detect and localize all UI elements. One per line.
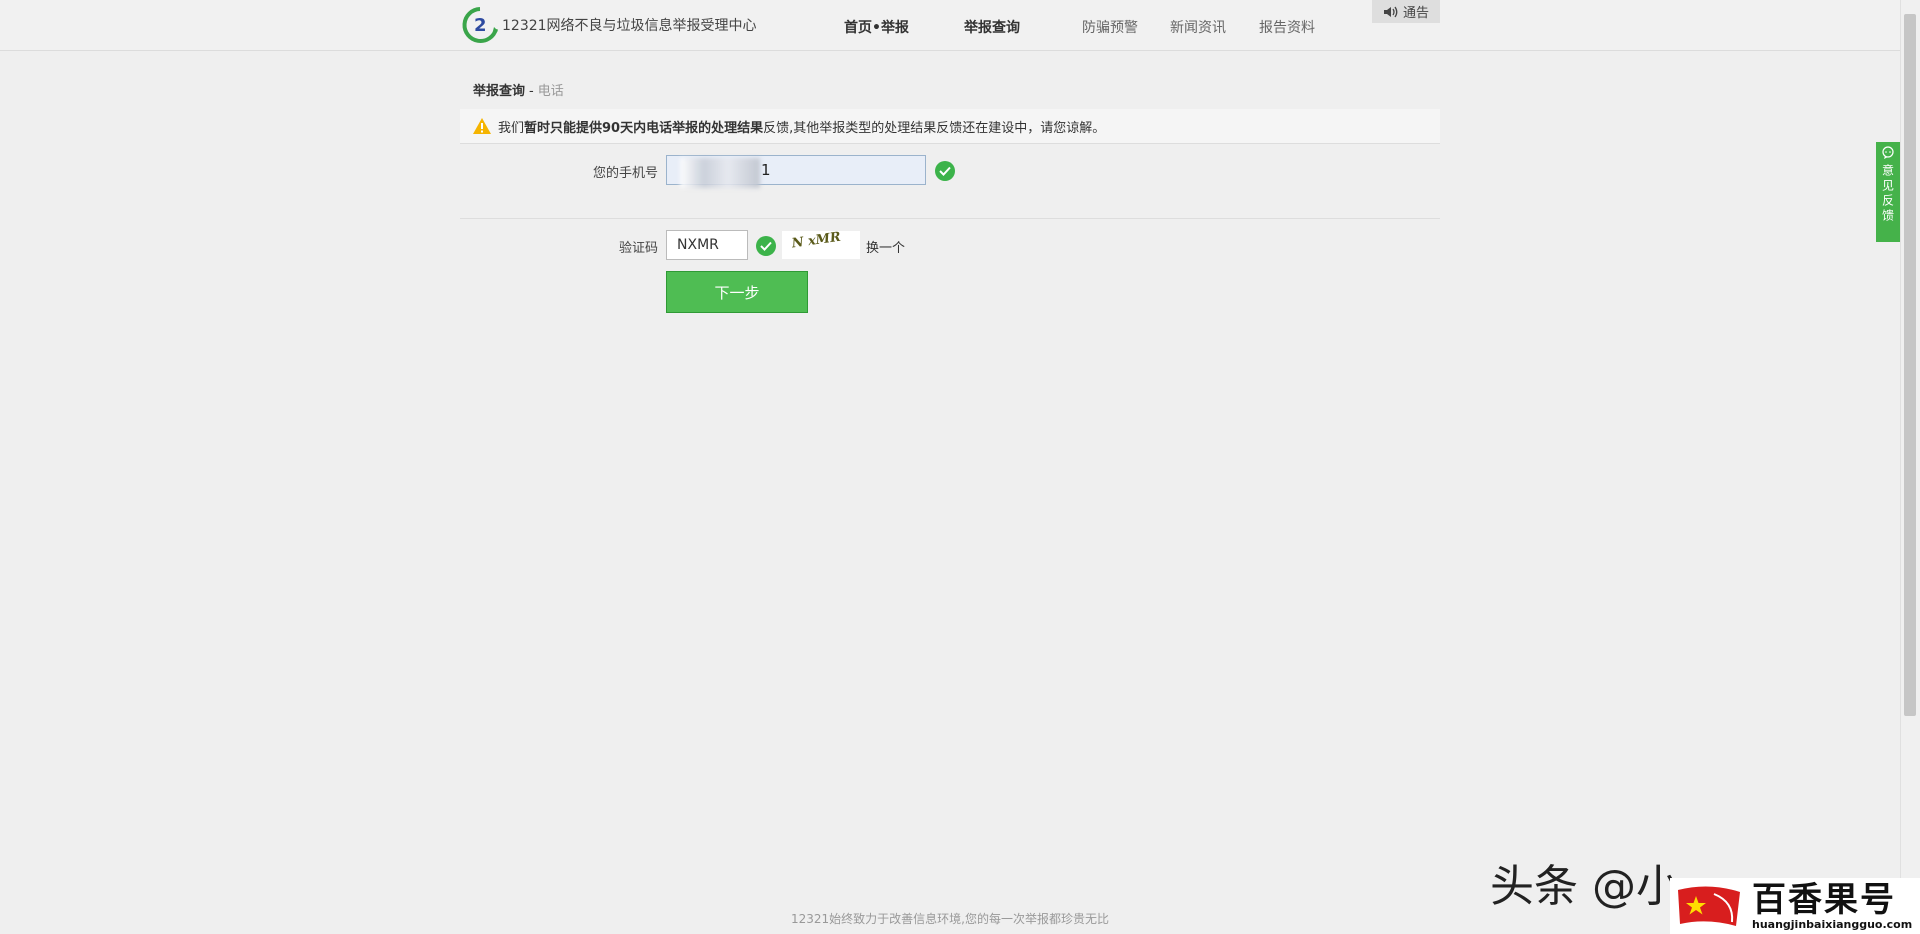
site-logo[interactable]: 2 <box>460 5 500 45</box>
feedback-tab[interactable]: 意见反馈 <box>1876 142 1900 242</box>
feedback-label: 意见反馈 <box>1880 164 1895 224</box>
alert-suffix: 反馈,其他举报类型的处理结果反馈还在建设中，请您谅解。 <box>763 120 1106 136</box>
site-title[interactable]: 12321网络不良与垃圾信息举报受理中心 <box>502 15 757 35</box>
notice-label: 通告 <box>1402 6 1429 21</box>
warning-icon <box>472 117 492 135</box>
flag-logo-icon <box>1678 886 1740 926</box>
next-step-button[interactable]: 下一步 <box>666 271 808 313</box>
speaker-icon <box>1383 6 1398 17</box>
brand-url: huangjinbaixiangguo.com <box>1752 917 1913 931</box>
phone-valid-check-icon <box>935 161 955 181</box>
svg-text:2: 2 <box>474 15 487 36</box>
refresh-captcha-link[interactable]: 换一个 <box>866 237 905 256</box>
form-divider <box>460 218 1440 219</box>
captcha-input[interactable]: NXMR <box>666 230 748 260</box>
brand-name: 百香果号 <box>1752 879 1896 920</box>
phone-value: 1 <box>761 161 771 179</box>
breadcrumb-current: 电话 <box>537 84 564 99</box>
captcha-glyphs: N xMR <box>790 231 842 252</box>
chat-bubble-icon <box>1882 146 1894 159</box>
nav-home-report[interactable]: 首页•举报 <box>844 17 909 37</box>
breadcrumb-section[interactable]: 举报查询 <box>473 84 525 99</box>
captcha-valid-check-icon <box>756 236 776 256</box>
scrollbar-thumb[interactable] <box>1904 14 1916 716</box>
nav-news[interactable]: 新闻资讯 <box>1170 17 1226 37</box>
breadcrumb-separator: - <box>529 84 534 99</box>
nav-reports[interactable]: 报告资料 <box>1259 17 1315 37</box>
phone-label: 您的手机号 <box>592 166 658 181</box>
captcha-image[interactable]: N xMR <box>782 231 860 259</box>
captcha-label: 验证码 <box>618 241 658 256</box>
breadcrumb: 举报查询 - 电话 <box>473 80 564 99</box>
nav-report-query[interactable]: 举报查询 <box>964 17 1020 37</box>
top-navigation-bar: 2 12321网络不良与垃圾信息举报受理中心 首页•举报 举报查询 防骗预警 新… <box>0 0 1900 51</box>
watermark-text: 头条 @小 <box>1490 861 1680 912</box>
brand-watermark: 百香果号 huangjinbaixiangguo.com <box>1670 878 1920 934</box>
notice-button[interactable]: 通告 <box>1372 0 1440 23</box>
alert-prefix: 我们 <box>498 120 525 136</box>
alert-bold-text: 暂时只能提供90天内电话举报的处理结果 <box>524 120 764 136</box>
redaction-blur <box>680 158 760 188</box>
info-alert: 我们 暂时只能提供90天内电话举报的处理结果 反馈,其他举报类型的处理结果反馈还在建… <box>460 109 1440 144</box>
nav-fraud-warning[interactable]: 防骗预警 <box>1082 17 1138 37</box>
